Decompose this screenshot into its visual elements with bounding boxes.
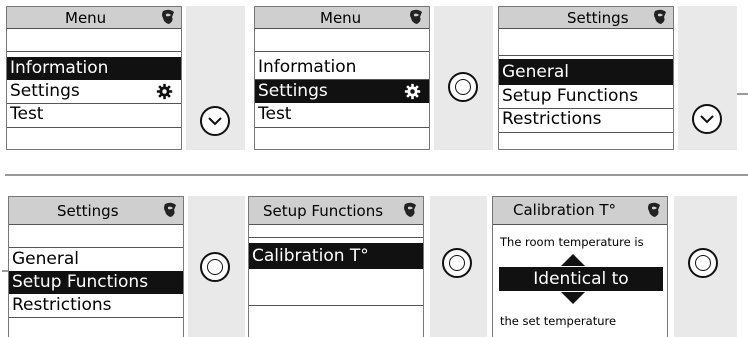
ok-circle-inner (449, 255, 465, 271)
menu-item-restrictions[interactable]: Restrictions (499, 108, 673, 131)
chevron-down-circle-icon[interactable] (200, 106, 230, 136)
screen-title: Calibration T° (513, 201, 617, 219)
menu-item-label: Calibration T° (252, 246, 369, 266)
menu-item-label: Test (258, 104, 292, 124)
menu-item-label: Restrictions (502, 109, 602, 129)
separator-stub (737, 93, 748, 95)
lcd-screen-settings: Settings General Setup Functions Restric… (498, 6, 674, 150)
ok-circle-inner (695, 255, 711, 271)
title-bar: Settings (499, 7, 673, 29)
gear-icon (156, 83, 173, 100)
lcd-screen-calibration: Calibration T° The room temperature is I… (492, 196, 668, 337)
menu-item-test[interactable]: Test (255, 103, 429, 126)
menu-item-label: Settings (10, 81, 80, 101)
menu-item-information[interactable]: Information (7, 57, 181, 80)
screen-title: Settings (567, 9, 629, 27)
divider (7, 51, 181, 52)
menu-item-general[interactable]: General (9, 248, 183, 271)
menu-item-calibration[interactable]: Calibration T° (249, 243, 423, 269)
screen-title: Menu (320, 9, 362, 27)
divider (249, 305, 423, 306)
ok-circle-icon[interactable] (200, 252, 230, 282)
leaf-drop-logo-icon (410, 9, 422, 24)
calibration-value: Identical to (499, 267, 663, 291)
triangle-up-icon[interactable] (561, 254, 585, 266)
title-bar: Calibration T° (493, 197, 667, 225)
leaf-drop-logo-icon (648, 202, 660, 217)
calibration-description-line2: the set temperature (500, 314, 617, 328)
leaf-drop-logo-icon (162, 9, 174, 24)
ok-circle-inner (207, 259, 223, 275)
ok-circle-icon[interactable] (448, 72, 478, 102)
leaf-drop-logo-icon (404, 202, 416, 217)
gear-icon (404, 83, 421, 100)
menu-item-information[interactable]: Information (255, 56, 429, 79)
leaf-drop-logo-icon (654, 9, 666, 24)
menu-item-label: Setup Functions (12, 272, 149, 292)
menu-item-label: Test (10, 104, 44, 124)
menu-item-label: Setup Functions (502, 86, 639, 106)
title-bar: Setup Functions (249, 197, 423, 225)
divider (255, 127, 429, 128)
divider (499, 132, 673, 133)
title-bar: Menu (7, 7, 181, 29)
ok-circle-inner (455, 79, 471, 95)
menu-item-restrictions[interactable]: Restrictions (9, 294, 183, 317)
lcd-screen-menu: Menu Information Settings Test (254, 6, 430, 150)
screen-title: Settings (57, 202, 119, 220)
menu-item-settings[interactable]: Settings (255, 80, 429, 103)
calibration-value-text: Identical to (533, 269, 629, 289)
menu-item-label: Information (258, 57, 357, 77)
separator-line (5, 174, 748, 176)
lcd-screen-settings: Settings General Setup Functions Restric… (8, 196, 184, 337)
menu-item-test[interactable]: Test (7, 103, 181, 126)
chevron-down-circle-icon[interactable] (692, 104, 722, 134)
divider (9, 317, 183, 318)
menu-item-label: General (502, 62, 569, 82)
lcd-screen-menu: Menu Information Settings Test (6, 6, 182, 150)
ok-circle-icon[interactable] (688, 248, 718, 278)
menu-item-setup-functions[interactable]: Setup Functions (9, 271, 183, 294)
calibration-description-line1: The room temperature is (500, 235, 644, 249)
ok-circle-icon[interactable] (442, 248, 472, 278)
divider (255, 51, 429, 52)
menu-item-settings[interactable]: Settings (7, 80, 181, 103)
divider (499, 55, 673, 56)
screen-title: Setup Functions (263, 202, 384, 220)
divider (7, 127, 181, 128)
divider (249, 237, 423, 238)
menu-item-label: General (12, 249, 79, 269)
title-bar: Menu (255, 7, 429, 29)
menu-item-label: Information (10, 58, 109, 78)
screen-title: Menu (65, 9, 107, 27)
menu-item-label: Settings (258, 81, 328, 101)
menu-item-setup-functions[interactable]: Setup Functions (499, 85, 673, 108)
menu-item-general[interactable]: General (499, 59, 673, 85)
lcd-screen-setup-functions: Setup Functions Calibration T° (248, 196, 424, 337)
menu-item-label: Restrictions (12, 295, 112, 315)
triangle-down-icon[interactable] (561, 292, 585, 304)
leaf-drop-logo-icon (164, 202, 176, 217)
title-bar: Settings (9, 197, 183, 225)
